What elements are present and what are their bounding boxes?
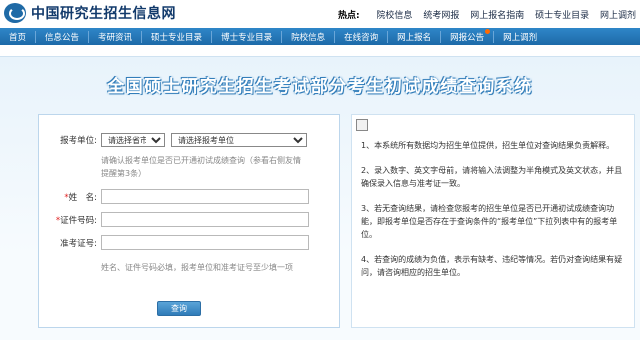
hot-label: 热点: [337,11,360,21]
main-nav: 首页 信息公告 考研资讯 硕士专业目录 博士专业目录 院校信息 在线咨询 网上报… [0,28,640,45]
unit-row: 报考单位: 请选择省市 请选择报考单位 [39,133,307,147]
note-item: 2、录入数字、英文字母前，请将输入法调整为半角模式及英文状态，并且确保录入信息与… [361,166,623,188]
unit-hint: 请确认报考单位是否已开通初试成绩查询（参看右侧友情提醒第3条） [101,156,301,178]
logo-icon [4,3,26,23]
hot-link-unified-exam[interactable]: 统考网报 [423,11,459,21]
nav-item-registration-notice-label: 网报公告 [450,32,485,43]
id-label: 证件号码: [60,215,97,226]
notes-panel: 1、本系统所有数据均为招生单位提供，招生单位对查询结果负责解释。 2、录入数字、… [351,114,635,328]
nav-item-announcements[interactable]: 信息公告 [35,30,88,43]
unit-select[interactable]: 请选择报考单位 [171,133,307,147]
id-label-wrap: *证件号码: [39,214,97,226]
nav-item-institutions[interactable]: 院校信息 [281,30,334,43]
hot-link-registration-guide[interactable]: 网上报名指南 [470,11,524,21]
hot-link-institutions[interactable]: 院校信息 [376,11,412,21]
page-banner: 全国硕士研究生招生考试部分考生初试成绩查询系统 [0,62,640,108]
image-placeholder-icon [356,119,368,131]
nav-item-home[interactable]: 首页 [0,31,35,43]
site-header: 中国研究生招生信息网 热点: 院校信息 统考网报 网上报名指南 硕士专业目录 网… [0,0,640,30]
id-number-input[interactable] [101,212,309,227]
id-row: *证件号码: [39,212,309,227]
ticket-row: 准考证号: [39,235,309,250]
hot-links: 热点: 院校信息 统考网报 网上报名指南 硕士专业目录 网上调剂 [338,8,636,21]
nav-item-registration-notice[interactable]: 网报公告 [440,28,493,43]
nav-item-news[interactable]: 考研资讯 [88,30,141,43]
note-item: 3、若无查询结果，请检查您报考的招生单位是否已开通初试成绩查询功能，即报考单位是… [361,204,618,239]
nav-item-adjustment[interactable]: 网上调剂 [493,30,546,43]
ticket-number-input[interactable] [101,235,309,250]
name-row: *姓 名: [39,189,309,204]
province-select[interactable]: 请选择省市 [101,133,165,147]
nav-item-online-consult[interactable]: 在线咨询 [334,30,387,43]
hot-link-masters-catalog[interactable]: 硕士专业目录 [535,11,589,21]
name-input[interactable] [101,189,309,204]
bottom-hint: 姓名、证件号码必填，报考单位和准考证号至少填一项 [101,263,293,272]
site-title: 中国研究生招生信息网 [31,6,176,22]
query-form: 报考单位: 请选择省市 请选择报考单位 请确认报考单位是否已开通初试成绩查询（参… [38,114,340,328]
nav-item-doctoral-catalog[interactable]: 博士专业目录 [211,30,281,43]
ticket-label: 准考证号: [60,238,97,249]
unit-label: 报考单位: [60,136,97,146]
query-button[interactable]: 查询 [157,301,201,316]
nav-item-online-registration[interactable]: 网上报名 [387,30,440,43]
notes-list: 1、本系统所有数据均为招生单位提供，招生单位对查询结果负责解释。 2、录入数字、… [361,139,629,291]
note-item: 4、若查询的成绩为负值，表示有缺考、违纪等情况。若仍对查询结果有疑问，请咨询相应… [361,255,623,277]
nav-item-masters-catalog[interactable]: 硕士专业目录 [141,30,211,43]
hot-link-adjustment[interactable]: 网上调剂 [600,11,636,21]
site-logo[interactable]: 中国研究生招生信息网 [4,3,176,23]
name-label-wrap: *姓 名: [39,191,97,203]
page-title: 全国硕士研究生招生考试部分考生初试成绩查询系统 [107,77,533,97]
note-item: 1、本系统所有数据均为招生单位提供，招生单位对查询结果负责解释。 [361,141,615,150]
name-label: 姓 名: [68,192,97,203]
new-badge-icon [485,28,491,34]
